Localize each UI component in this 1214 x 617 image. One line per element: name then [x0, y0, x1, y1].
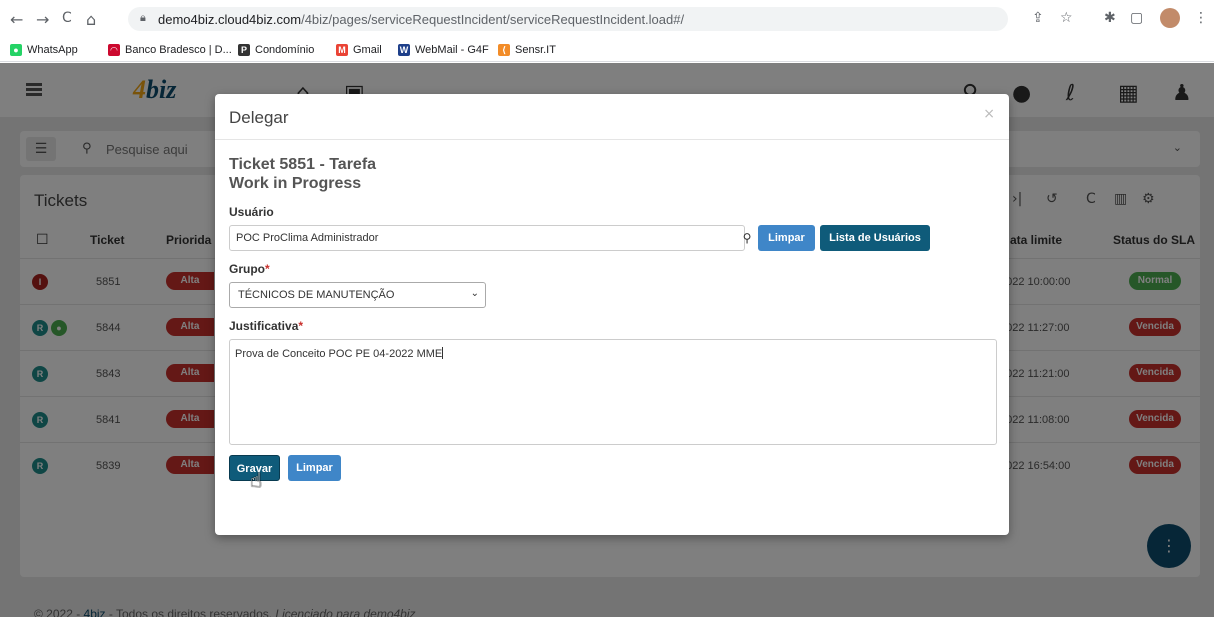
bookmark-label: Sensr.IT: [515, 44, 556, 56]
text-caret: [442, 347, 444, 359]
lock-icon: 🔒︎: [140, 11, 146, 24]
delegate-modal: Delegar × Ticket 5851 - Tarefa Work in P…: [215, 94, 1009, 535]
pointer-hand-icon: ☝: [250, 468, 263, 492]
extensions-icon[interactable]: ✱: [1104, 10, 1116, 26]
profile-avatar[interactable]: [1160, 8, 1180, 28]
bookmark-item[interactable]: P Condomínio: [238, 44, 314, 56]
back-arrow-icon[interactable]: ←: [10, 10, 23, 29]
user-list-button[interactable]: Lista de Usuários: [820, 225, 930, 251]
user-clear-button[interactable]: Limpar: [758, 225, 815, 251]
bradesco-icon: ◠: [108, 44, 120, 56]
sensr-icon: ⟨: [498, 44, 510, 56]
browser-chrome: ← → C ⌂ 🔒︎ demo4biz.cloud4biz.com/4biz/p…: [0, 0, 1214, 62]
search-icon[interactable]: ⚲: [738, 225, 756, 251]
bookmark-item[interactable]: M Gmail: [336, 44, 382, 56]
bookmark-label: WebMail - G4F: [415, 44, 489, 56]
bookmark-item[interactable]: ◠ Banco Bradesco | D...: [108, 44, 232, 56]
user-input[interactable]: POC ProClima Administrador: [229, 225, 745, 251]
url-host: demo4biz.cloud4biz.com: [158, 12, 302, 27]
modal-title: Delegar: [229, 108, 289, 127]
user-label: Usuário: [229, 205, 274, 219]
bookmark-item[interactable]: ● WhatsApp: [10, 44, 78, 56]
whatsapp-icon: ●: [10, 44, 22, 56]
kebab-menu-icon[interactable]: ⋮: [1194, 10, 1208, 26]
modal-header: Delegar ×: [215, 94, 1009, 140]
bookmark-label: WhatsApp: [27, 44, 78, 56]
justification-textarea[interactable]: Prova de Conceito POC PE 04-2022 MME: [229, 339, 997, 445]
url-path: /4biz/pages/serviceRequestIncident/servi…: [301, 12, 685, 27]
forward-arrow-icon[interactable]: →: [36, 10, 49, 29]
close-icon[interactable]: ×: [983, 106, 995, 122]
clear-button[interactable]: Limpar: [288, 455, 341, 481]
gmail-icon: M: [336, 44, 348, 56]
bookmark-label: Gmail: [353, 44, 382, 56]
chevron-down-icon: ⌄: [470, 288, 479, 299]
bookmarks-bar: ● WhatsApp ◠ Banco Bradesco | D... P Condomín…: [0, 38, 1214, 62]
group-selected-value: TÉCNICOS DE MANUTENÇÃO: [238, 289, 395, 301]
side-panel-icon[interactable]: ▢: [1130, 10, 1143, 26]
share-icon[interactable]: ⇪: [1032, 10, 1044, 26]
star-icon[interactable]: ☆: [1060, 10, 1073, 26]
group-select[interactable]: TÉCNICOS DE MANUTENÇÃO ⌄: [229, 282, 486, 308]
ticket-heading: Ticket 5851 - Tarefa: [229, 156, 377, 173]
ticket-status: Work in Progress: [229, 175, 362, 192]
address-bar[interactable]: 🔒︎ demo4biz.cloud4biz.com/4biz/pages/ser…: [128, 7, 1008, 31]
home-icon[interactable]: ⌂: [86, 10, 96, 29]
condominio-icon: P: [238, 44, 250, 56]
webmail-icon: W: [398, 44, 410, 56]
group-label: Grupo*: [229, 262, 270, 276]
bookmark-label: Banco Bradesco | D...: [125, 44, 232, 56]
justification-label: Justificativa*: [229, 319, 304, 333]
bookmark-label: Condomínio: [255, 44, 315, 56]
bookmark-item[interactable]: W WebMail - G4F: [398, 44, 489, 56]
bookmark-item[interactable]: ⟨ Sensr.IT: [498, 44, 556, 56]
reload-icon[interactable]: C: [62, 10, 72, 26]
